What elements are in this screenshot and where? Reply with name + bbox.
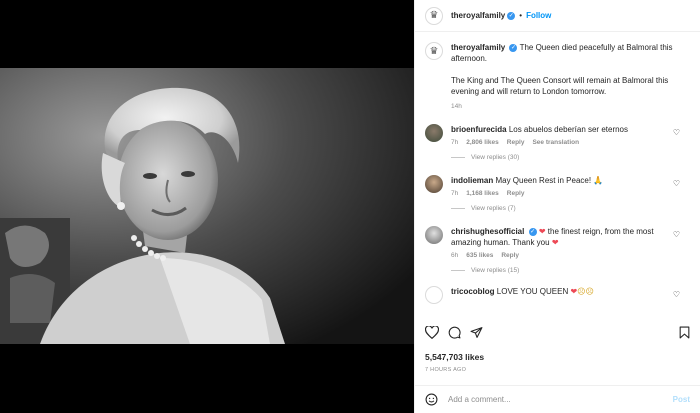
see-translation-button[interactable]: See translation — [532, 139, 579, 146]
comment-text-block: chrishughesofficial ✓ ❤ the finest reign… — [451, 226, 674, 248]
replies-divider — [451, 157, 465, 158]
crying-face-icon: ☹☹ — [577, 287, 594, 296]
caption-body: theroyalfamily ✓ The Queen died peaceful… — [451, 42, 690, 112]
post-header: ♛ theroyalfamily ✓ • Follow — [415, 0, 700, 32]
caption-time: 14h — [451, 101, 690, 112]
commenter-avatar[interactable] — [425, 175, 443, 193]
comment-text: Los abuelos deberían ser eternos — [508, 125, 629, 134]
view-replies[interactable]: View replies (15) — [451, 267, 690, 274]
comment-time: 7h — [451, 139, 459, 146]
comment-text: LOVE YOU QUEEN — [496, 287, 569, 296]
comment-item: brioenfurecida Los abuelos deberían ser … — [425, 124, 690, 146]
comment-text-block: indolieman May Queen Rest in Peace! 🙏 — [451, 175, 690, 186]
red-heart-icon: ❤ — [538, 227, 546, 236]
royal-crest-icon[interactable]: ♛ — [425, 6, 443, 25]
emoji-icon[interactable] — [425, 393, 438, 406]
view-replies-label[interactable]: View replies (7) — [471, 205, 516, 212]
header-username[interactable]: theroyalfamily — [451, 11, 505, 20]
replies-divider — [451, 270, 465, 271]
heart-icon[interactable]: ♡ — [673, 290, 680, 299]
comment-text: May Queen Rest in Peace! 🙏 — [495, 176, 604, 185]
heart-icon[interactable]: ♡ — [673, 128, 680, 137]
post-time-ago[interactable]: 7 HOURS AGO — [425, 367, 466, 373]
comment-username[interactable]: brioenfurecida — [451, 125, 507, 134]
caption-timestamp: 14h — [451, 103, 462, 110]
post-side-panel: ♛ theroyalfamily ✓ • Follow ♛ theroyalfa… — [414, 0, 700, 413]
comment-item: tricocoblog LOVE YOU QUEEN ❤☹☹ ♡ — [425, 286, 690, 304]
view-replies-label[interactable]: View replies (15) — [471, 267, 519, 274]
post-actions — [425, 326, 690, 339]
comment-meta: 7h 1,168 likes Reply — [451, 190, 690, 197]
likes-count[interactable]: 5,547,703 likes — [425, 352, 484, 362]
comment-likes[interactable]: 635 likes — [466, 252, 493, 259]
bookmark-icon[interactable] — [679, 326, 690, 339]
heart-icon[interactable]: ♡ — [673, 230, 680, 239]
comment-text-block: brioenfurecida Los abuelos deberían ser … — [451, 124, 690, 135]
comment-username[interactable]: tricocoblog — [451, 287, 495, 296]
comment-time: 7h — [451, 190, 459, 197]
reply-button[interactable]: Reply — [507, 139, 525, 146]
royal-crest-icon[interactable]: ♛ — [425, 42, 443, 60]
verified-icon: ✓ — [509, 43, 518, 52]
commenter-avatar[interactable] — [425, 286, 443, 304]
caption: ♛ theroyalfamily ✓ The Queen died peacef… — [425, 42, 690, 112]
comment-username[interactable]: indolieman — [451, 176, 493, 185]
heart-icon[interactable]: ♡ — [673, 179, 680, 188]
comment-likes[interactable]: 2,806 likes — [466, 139, 499, 146]
reply-button[interactable]: Reply — [501, 252, 519, 259]
comment-text-block: tricocoblog LOVE YOU QUEEN ❤☹☹ — [451, 286, 690, 297]
view-replies-label[interactable]: View replies (30) — [471, 154, 519, 161]
follow-button[interactable]: Follow — [526, 11, 551, 20]
caption-text-2: The King and The Queen Consort will rema… — [451, 76, 669, 96]
commenter-avatar[interactable] — [425, 226, 443, 244]
post-photo[interactable] — [0, 68, 414, 344]
red-heart-icon: ❤ — [551, 238, 559, 247]
comment-meta: 7h 2,806 likes Reply See translation — [451, 139, 690, 146]
comment-item: chrishughesofficial ✓ ❤ the finest reign… — [425, 226, 690, 259]
view-replies[interactable]: View replies (7) — [451, 205, 690, 212]
comment-icon[interactable] — [448, 326, 461, 339]
comment-item: indolieman May Queen Rest in Peace! 🙏 7h… — [425, 175, 690, 197]
view-replies[interactable]: View replies (30) — [451, 154, 690, 161]
caption-username[interactable]: theroyalfamily — [451, 43, 505, 52]
verified-icon: ✓ — [507, 11, 516, 20]
comment-username[interactable]: chrishughesofficial — [451, 227, 524, 236]
reply-button[interactable]: Reply — [507, 190, 525, 197]
verified-icon: ✓ — [528, 227, 537, 236]
share-icon[interactable] — [470, 326, 483, 339]
queen-portrait-image — [0, 68, 414, 344]
comment-likes[interactable]: 1,168 likes — [466, 190, 499, 197]
commenter-avatar[interactable] — [425, 124, 443, 142]
add-comment-input[interactable] — [446, 394, 673, 405]
replies-divider — [451, 208, 465, 209]
header-separator: • — [519, 11, 523, 20]
comments-list[interactable]: ♛ theroyalfamily ✓ The Queen died peacef… — [415, 32, 700, 322]
add-comment-bar: Post — [415, 385, 700, 413]
like-heart-icon[interactable] — [425, 326, 439, 339]
instagram-post: ♛ theroyalfamily ✓ • Follow ♛ theroyalfa… — [0, 0, 700, 413]
comment-meta: 6h 635 likes Reply — [451, 252, 674, 259]
post-media — [0, 0, 414, 413]
post-comment-button[interactable]: Post — [673, 395, 690, 404]
comment-time: 6h — [451, 252, 459, 259]
